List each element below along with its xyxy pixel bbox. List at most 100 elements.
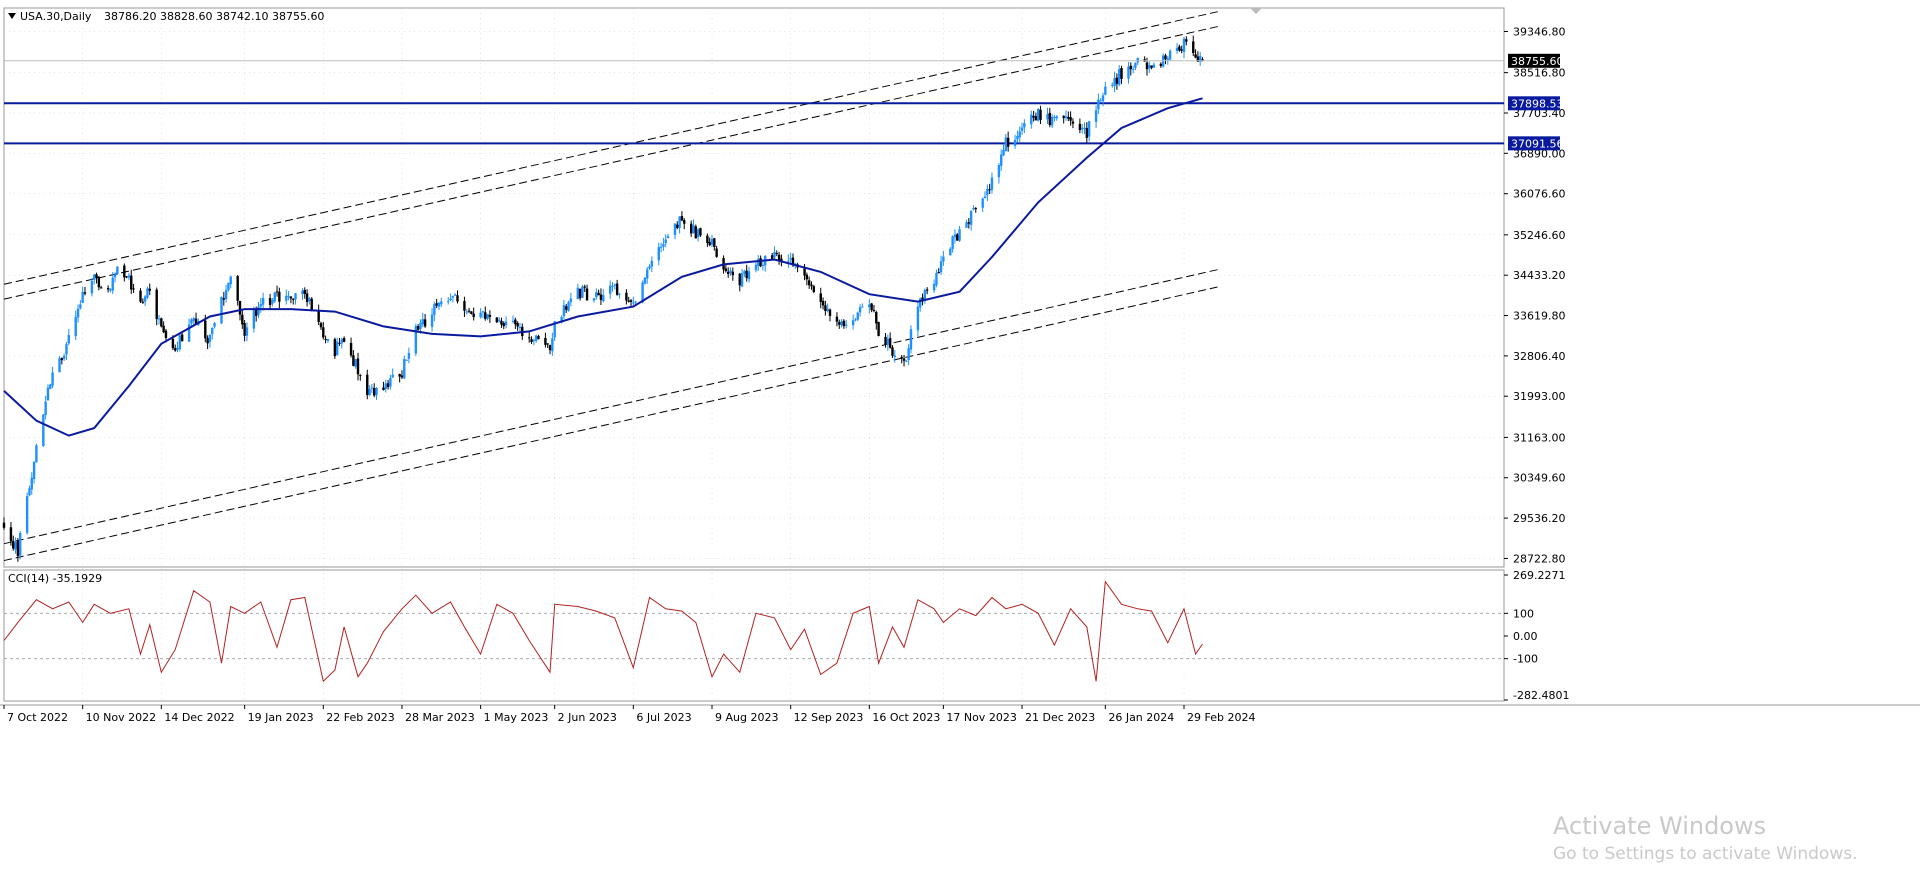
candle-body — [528, 337, 531, 339]
channel-line[interactable] — [3, 25, 1219, 300]
cci-title: CCI(14) -35.1929 — [8, 572, 102, 585]
candle-body — [139, 290, 142, 302]
candle-body — [141, 301, 145, 303]
candle-body — [178, 335, 182, 350]
time-tick-label: 12 Sep 2023 — [794, 711, 864, 724]
candle-body — [447, 301, 450, 303]
candle-body — [9, 527, 13, 542]
price-tick-label: 31993.00 — [1513, 390, 1566, 403]
candle-body — [634, 301, 637, 303]
price-tick-label: 38516.80 — [1513, 67, 1566, 80]
candle-body — [618, 293, 621, 295]
time-tick-label: 2 Jun 2023 — [558, 711, 617, 724]
candle-body — [93, 274, 96, 280]
candle-body — [271, 300, 274, 304]
candle-body — [16, 540, 20, 556]
candle-body — [861, 306, 864, 308]
candle-body — [81, 291, 84, 303]
horizontal-levels[interactable] — [4, 102, 1504, 145]
price-tick-label: 34433.20 — [1513, 269, 1566, 282]
candle-body — [116, 266, 119, 274]
candle-body — [673, 223, 677, 235]
candle-body — [30, 477, 33, 490]
candle-body — [710, 238, 714, 245]
candle-body — [211, 327, 214, 335]
candle-body — [708, 241, 711, 246]
candle-body — [731, 271, 735, 276]
candle-body — [245, 327, 249, 336]
chart-shift-marker[interactable] — [1250, 8, 1262, 14]
candle-body — [905, 360, 908, 362]
candle-body — [259, 304, 263, 307]
candle-body — [305, 293, 309, 303]
candle-body — [986, 189, 989, 196]
candle-body — [1018, 131, 1021, 138]
candle-body — [25, 495, 29, 533]
time-tick-label: 7 Oct 2022 — [7, 711, 68, 724]
candle-body — [1182, 38, 1186, 52]
candle-body — [775, 253, 778, 255]
candle-body — [340, 339, 344, 344]
candle-body — [951, 236, 954, 249]
candle-body — [518, 326, 522, 328]
candle-body — [729, 270, 732, 273]
candle-body — [1168, 50, 1172, 60]
candle-body — [421, 319, 424, 325]
candle-body — [1164, 55, 1167, 60]
candle-body — [676, 224, 679, 228]
candle-body — [851, 320, 855, 326]
moving-average-line — [3, 97, 1203, 437]
candle-body — [1006, 137, 1010, 147]
candle-body — [1194, 54, 1197, 58]
candle-body — [227, 282, 230, 291]
candle-body — [123, 265, 126, 278]
candle-body — [969, 210, 973, 225]
candle-body — [76, 308, 80, 318]
price-chart[interactable]: 39346.8038516.8037703.4036890.0036076.60… — [0, 0, 1920, 891]
candle-body — [51, 372, 54, 386]
candle-body — [678, 216, 681, 228]
last-price-label: 38755.60 — [1511, 55, 1564, 68]
candle-body — [1192, 41, 1195, 53]
candle-body — [495, 317, 499, 323]
price-tick-label: 35246.60 — [1513, 229, 1566, 242]
price-tick-label: 39346.80 — [1513, 25, 1566, 38]
candle-body — [981, 198, 984, 208]
candle-body — [840, 321, 843, 326]
candle-body — [516, 323, 519, 327]
candle-body — [585, 288, 589, 301]
candle-body — [907, 348, 910, 361]
channel-line[interactable] — [3, 286, 1219, 562]
candle-body — [916, 306, 920, 331]
time-axis[interactable]: 7 Oct 2022 10 Nov 2022 14 Dec 2022 19 Jan 2… — [3, 705, 1255, 724]
chart-window[interactable]: 39346.80 38516.80 37703.40 36890.00 36076.60… — [0, 0, 1920, 891]
candle-body — [162, 325, 165, 333]
candle-body — [2, 522, 6, 528]
price-tick-label: 29536.20 — [1513, 512, 1566, 525]
cci-tick-label: 100 — [1513, 607, 1534, 620]
candle-body — [322, 327, 325, 338]
candle-body — [953, 234, 957, 238]
candle-body — [97, 276, 101, 288]
candle-body — [511, 320, 515, 322]
candle-body — [241, 314, 244, 325]
candle-body — [1023, 122, 1026, 128]
channel-line[interactable] — [3, 10, 1219, 285]
candle-body — [467, 310, 471, 312]
candle-body — [715, 248, 718, 257]
candle-body — [391, 374, 394, 378]
candle-body — [530, 339, 533, 343]
symbol-menu-icon[interactable] — [8, 13, 16, 19]
candle-body — [615, 283, 619, 295]
candle-body — [1152, 64, 1156, 68]
candle-body — [224, 290, 228, 300]
candle-body — [828, 309, 832, 317]
candle-body — [190, 319, 193, 324]
candle-body — [356, 358, 360, 375]
candle-body — [113, 274, 117, 278]
candle-body — [666, 236, 670, 239]
candle-body — [451, 295, 455, 298]
candle-body — [382, 387, 385, 391]
price-tick-label: 33619.80 — [1513, 310, 1566, 323]
cci-axis[interactable]: 269.2271 100 0.00 -100 -282.4801 — [1504, 569, 1569, 702]
